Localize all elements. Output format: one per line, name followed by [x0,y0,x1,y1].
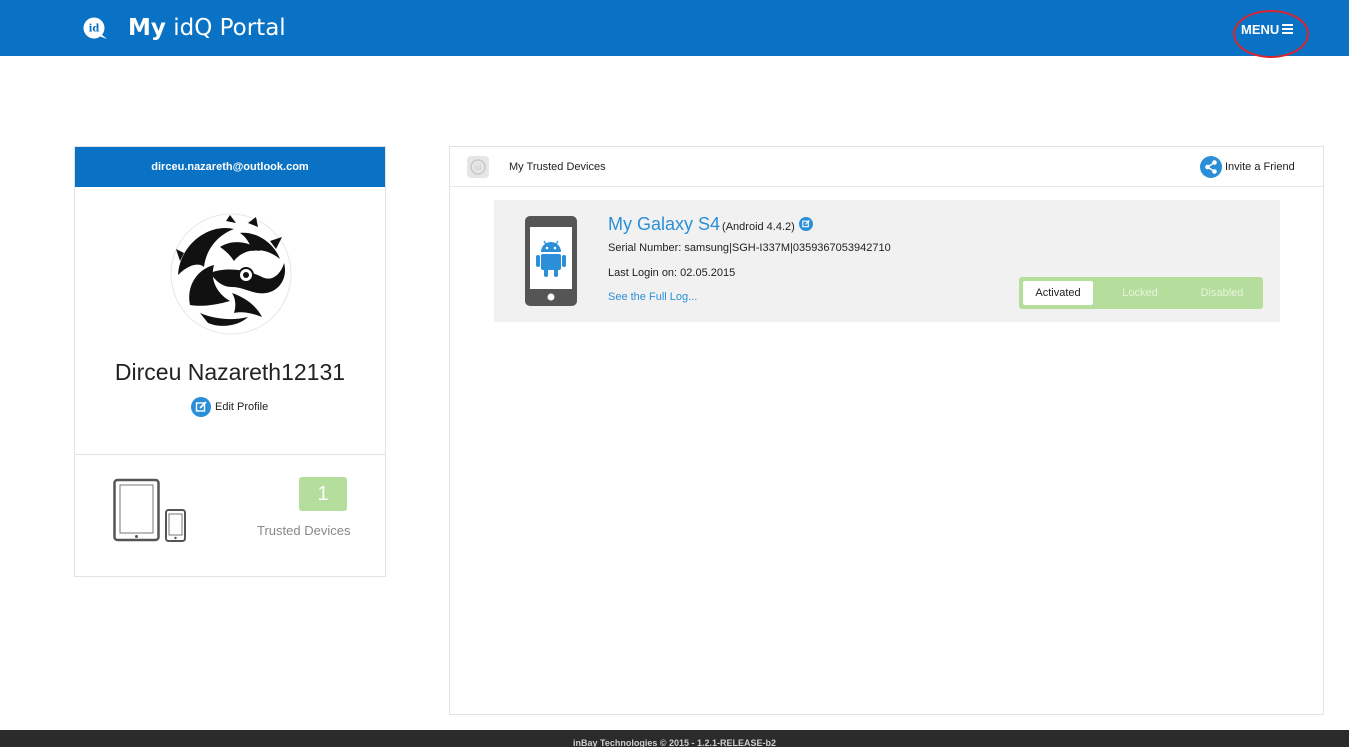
state-disabled-option[interactable]: Disabled [1185,281,1259,305]
profile-email: dirceu.nazareth@outlook.com [75,147,385,187]
avatar[interactable] [170,213,292,335]
trusted-devices-label: Trusted Devices [257,523,351,538]
edit-profile-button[interactable]: Edit Profile [191,397,268,417]
brand-bold: My [128,15,166,41]
device-os: (Android 4.4.2) [722,221,795,233]
invite-friend-button[interactable]: Invite a Friend [1200,156,1295,178]
tablet-phone-icon [113,478,186,542]
state-activated-option[interactable]: Activated [1023,281,1093,305]
menu-button[interactable]: MENU [1241,22,1294,37]
state-locked-option[interactable]: Locked [1107,281,1173,305]
profile-name: Dirceu Nazareth12131 [114,359,346,385]
panel-header: id My Trusted Devices Invite a Friend [450,147,1323,187]
edit-profile-label: Edit Profile [215,401,269,413]
hamburger-icon [1282,24,1294,35]
device-state-toggle: Activated Locked Disabled [1019,277,1263,309]
profile-card: dirceu.nazareth@outlook.com Dirceu Nazar… [74,146,386,577]
edit-device-icon[interactable] [798,217,813,231]
svg-text:id: id [89,24,100,35]
device-name-link[interactable]: My Galaxy S4 [608,214,720,234]
edit-icon [191,397,211,417]
footer: inBay Technologies © 2015 - 1.2.1-RELEAS… [0,730,1349,747]
panel-title: My Trusted Devices [509,161,606,173]
device-last-login: Last Login on: 02.05.2015 [608,267,736,279]
idq-logo-icon[interactable]: id [82,16,108,40]
svg-text:id: id [475,164,482,172]
idq-logo-icon: id [467,156,489,178]
brand-rest: idQ Portal [165,15,286,41]
android-phone-icon [525,216,577,306]
invite-friend-label: Invite a Friend [1225,161,1295,173]
trusted-devices-panel: id My Trusted Devices Invite a Friend My… [449,146,1324,715]
portal-title[interactable]: My idQ Portal [128,15,286,41]
card-divider [75,454,385,455]
share-icon [1200,156,1222,178]
device-row: My Galaxy S4 (Android 4.4.2) Serial Numbe… [494,200,1280,322]
device-serial: Serial Number: samsung|SGH-I337M|0359367… [608,242,891,254]
menu-label: MENU [1241,22,1280,37]
trusted-devices-count-badge: 1 [299,477,347,511]
full-log-link[interactable]: See the Full Log... [608,291,697,303]
device-title: My Galaxy S4 (Android 4.4.2) [608,214,813,235]
top-header: id My idQ Portal MENU [0,0,1349,58]
